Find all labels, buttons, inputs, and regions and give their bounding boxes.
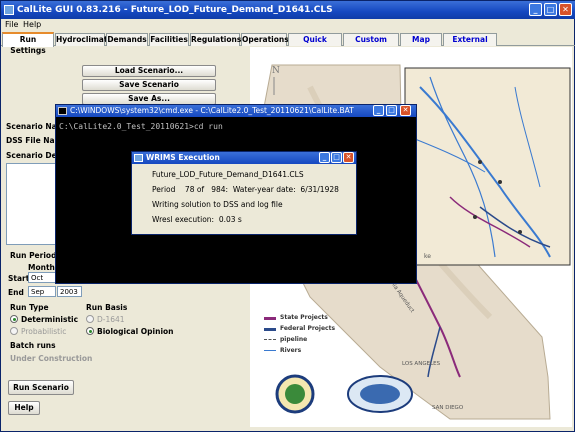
tab-facilities[interactable]: Facilities [149,33,189,46]
cmd-title-bar: C:\WINDOWS\system32\cmd.exe - C:\CalLite… [56,105,416,117]
tab-external-pdf[interactable]: External PDF [443,33,497,55]
biological-opinion-radio[interactable] [86,327,94,335]
d1641-radio[interactable] [86,315,94,323]
cmd-minimize-button[interactable]: _ [373,105,384,116]
legend-federal-swatch [264,328,276,331]
start-month-spinner[interactable]: Oct [28,272,56,283]
menu-bar: File Help [1,19,575,31]
scenario-description-textarea[interactable] [6,163,56,245]
tab-quick-results[interactable]: Quick Results [288,33,342,55]
north-label: N [272,66,280,76]
cmd-maximize-button[interactable]: □ [386,105,397,116]
start-month-value: Oct [31,274,44,282]
wrims-scenario-line: Future_LOD_Future_Demand_D1641.CLS [152,170,304,179]
end-year-spinner[interactable]: 2003 [57,286,82,297]
wrims-execution-line: Wresl execution: 0.03 s [152,215,242,224]
run-scenario-button[interactable]: Run Scenario [8,380,74,395]
run-period-label: Run Period [10,251,57,260]
san-diego-label: SAN DIEGO [432,405,464,411]
tab-run-settings[interactable]: Run Settings [2,32,54,55]
legend-pipeline-label: pipeline [280,336,308,343]
maximize-button[interactable]: □ [544,3,557,16]
wrims-dialog: WRIMS Execution _ □ ✕ Future_LOD_Future_… [131,151,357,235]
month-label: Month [28,263,55,272]
end-month-spinner[interactable]: Sep [28,286,56,297]
probabilistic-radio[interactable] [10,327,18,335]
minimize-button[interactable]: _ [529,3,542,16]
deterministic-label: Deterministic [21,315,79,324]
los-angeles-label: LOS ANGELES [402,361,441,367]
legend-state-label: State Projects [280,314,328,321]
menu-file[interactable]: File [5,19,18,31]
legend-state-swatch [264,317,276,320]
tab-operations[interactable]: Operations [241,33,289,46]
save-scenario-button[interactable]: Save Scenario [82,79,216,91]
legend-rivers-swatch [264,350,276,351]
window-title: CalLite GUI 0.83.216 - Future_LOD_Future… [17,5,333,15]
wrims-close-button[interactable]: ✕ [343,152,354,163]
tab-custom-results[interactable]: Custom Results [343,33,399,55]
legend-federal-label: Federal Projects [280,325,336,332]
probabilistic-label: Probabilistic [21,327,67,336]
load-scenario-button[interactable]: Load Scenario... [82,65,216,77]
cmd-icon [58,107,67,115]
lake-label: ke [424,253,431,260]
start-label: Start [8,274,30,283]
tab-map-view[interactable]: Map View [400,33,442,55]
wrims-maximize-button[interactable]: □ [331,152,342,163]
biological-opinion-label: Biological Opinion [97,327,174,336]
deterministic-radio[interactable] [10,315,18,323]
app-icon [4,5,14,15]
end-month-value: Sep [31,288,45,296]
tab-demands[interactable]: Demands [106,33,148,46]
tab-regulations[interactable]: Regulations [190,33,241,46]
title-bar: CalLite GUI 0.83.216 - Future_LOD_Future… [1,1,575,19]
cmd-output: C:\CalLite2.0_Test_20110621>cd run [59,122,223,131]
menu-help[interactable]: Help [23,19,41,31]
wrims-writing-line: Writing solution to DSS and log file [152,200,283,209]
end-label: End [8,288,24,297]
wrims-period-line: Period 78 of 984: Water-year date: 6/31/… [152,185,339,194]
cmd-title: C:\WINDOWS\system32\cmd.exe - C:\CalLite… [70,106,354,115]
close-button[interactable]: ✕ [559,3,572,16]
help-button[interactable]: Help [8,401,40,415]
wrims-title: WRIMS Execution [146,153,220,162]
under-construction-label: Under Construction [10,354,93,363]
tab-bar: Run Settings Hydroclimate Demands Facilitie… [1,32,575,55]
legend-pipeline-swatch [264,339,276,340]
batch-runs-label: Batch runs [10,341,56,350]
tab-hydroclimate[interactable]: Hydroclimate [55,33,113,46]
legend-rivers-label: Rivers [280,347,302,354]
wrims-minimize-button[interactable]: _ [319,152,330,163]
d1641-label: D-1641 [97,315,125,324]
run-type-label: Run Type [10,303,49,312]
cmd-close-button[interactable]: ✕ [400,105,411,116]
run-basis-label: Run Basis [86,303,128,312]
end-year-value: 2003 [60,288,78,296]
wrims-icon [134,154,143,162]
